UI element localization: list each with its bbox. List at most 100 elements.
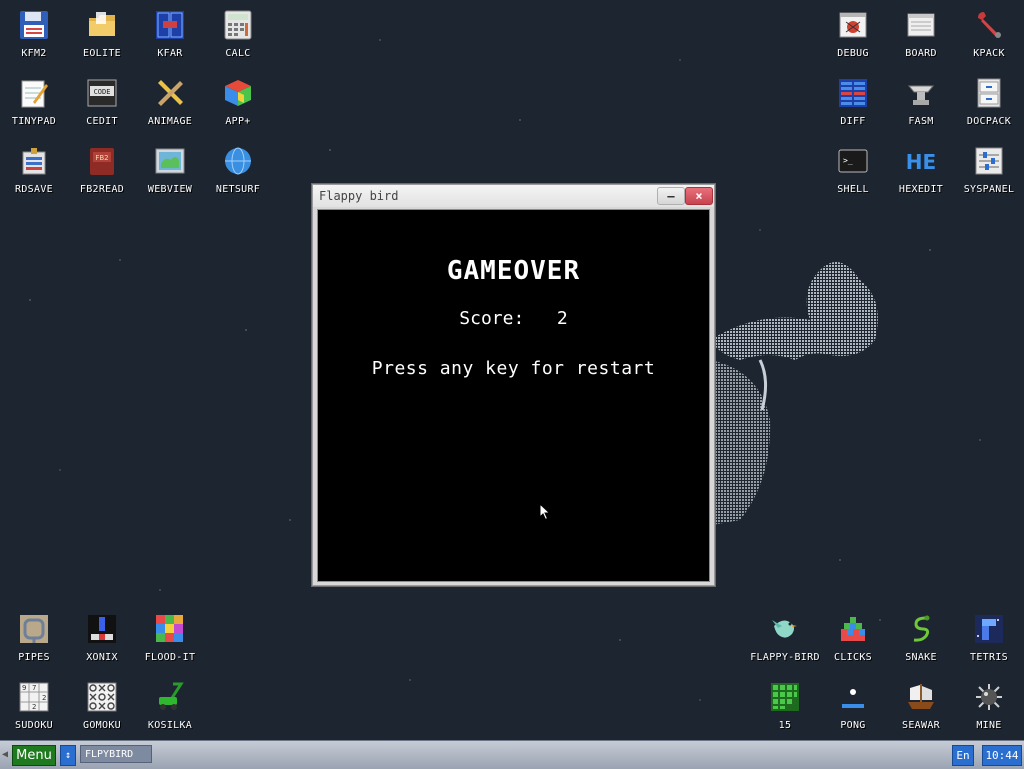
desktop-icon-calc[interactable]: CALC: [204, 0, 272, 64]
desktop-icon-sudoku[interactable]: 9722 SUDOKU: [0, 672, 68, 736]
desktop-icon-label: 15: [778, 720, 792, 731]
taskbar-item-flpybird[interactable]: FLPYBIRD: [80, 745, 152, 763]
desktop-icon-label: XONIX: [86, 652, 118, 663]
desktop-icon-label: BOARD: [905, 48, 937, 59]
lawnmower-icon: [153, 680, 187, 714]
desktop-icon-label: TINYPAD: [11, 116, 57, 127]
desktop-icon-kpack[interactable]: KPACK: [955, 0, 1023, 64]
desktop-icon-label: KFM2: [21, 48, 47, 59]
desktop-icon-clicks[interactable]: CLICKS: [819, 604, 887, 668]
floppy-disk-icon: [17, 8, 51, 42]
desktop-icon-seawar[interactable]: SEAWAR: [887, 672, 955, 736]
close-button[interactable]: ×: [685, 187, 713, 205]
desktop-icon-netsurf[interactable]: NETSURF: [204, 136, 272, 200]
desktop-icon-label: RDSAVE: [15, 184, 53, 195]
desktop-icon-board[interactable]: BOARD: [887, 0, 955, 64]
color-grid-icon: [153, 612, 187, 646]
gameover-heading: GAMEOVER: [446, 256, 581, 286]
window-switch-button[interactable]: ↕: [60, 745, 76, 766]
desktop-icon-label: FLAPPY-BIRD: [750, 652, 820, 663]
code-editor-icon: CODE: [85, 76, 119, 110]
svg-text:2: 2: [42, 694, 46, 702]
score-label: Score:: [459, 308, 525, 329]
desktop-icon-label: HEXEDIT: [898, 184, 944, 195]
desktop-icon-label: KOSILKA: [147, 720, 193, 731]
desktop-icon-label: WEBVIEW: [147, 184, 193, 195]
xonix-icon: [85, 612, 119, 646]
desktop-icon-xonix[interactable]: XONIX: [68, 604, 136, 668]
desktop-icon-flappy-bird[interactable]: FLAPPY-BIRD: [750, 604, 820, 668]
desktop-icon-webview[interactable]: WEBVIEW: [136, 136, 204, 200]
language-indicator[interactable]: En: [952, 745, 974, 766]
desktop-icon-syspanel[interactable]: SYSPANEL: [955, 136, 1023, 200]
sudoku-icon: 9722: [17, 680, 51, 714]
desktop-icon-hexedit[interactable]: HE HEXEDIT: [887, 136, 955, 200]
desktop-icon-docpack[interactable]: DOCPACK: [955, 68, 1023, 132]
tetris-icon: [972, 612, 1006, 646]
desktop-icon-pong[interactable]: PONG: [819, 672, 887, 736]
desktop-icon-eolite[interactable]: EOLITE: [68, 0, 136, 64]
desktop-icon-rdsave[interactable]: RDSAVE: [0, 136, 68, 200]
desktop-icon-label: FLOOD-IT: [144, 652, 196, 663]
desktop-icon-kfm2[interactable]: KFM2: [0, 0, 68, 64]
desktop-icon-shell[interactable]: >_ SHELL: [819, 136, 887, 200]
desktop-icon-gomoku[interactable]: GOMOKU: [68, 672, 136, 736]
desktop-icon-label: APP+: [225, 116, 251, 127]
desktop-icon-label: DEBUG: [837, 48, 869, 59]
window-titlebar[interactable]: Flappy bird – ×: [313, 185, 714, 207]
desktop: KFM2 EOLITE KFAR CALC TINYPAD CODE CEDIT: [0, 0, 1024, 740]
desktop-icon-label: CEDIT: [86, 116, 118, 127]
desktop-icon-label: PIPES: [18, 652, 50, 663]
flappy-bird-window[interactable]: Flappy bird – × GAMEOVER Score: 2 Press …: [312, 184, 715, 586]
desktop-icon-kfar[interactable]: KFAR: [136, 0, 204, 64]
svg-text:CODE: CODE: [94, 88, 111, 96]
menu-button[interactable]: Menu: [12, 745, 56, 766]
desktop-icon-label: SNAKE: [905, 652, 937, 663]
desktop-icon-cedit[interactable]: CODE CEDIT: [68, 68, 136, 132]
clock[interactable]: 10:44: [982, 745, 1022, 766]
desktop-icon-snake[interactable]: SNAKE: [887, 604, 955, 668]
desktop-icon-debug[interactable]: DEBUG: [819, 0, 887, 64]
ramdisk-save-icon: [17, 144, 51, 178]
desktop-icon-fb2read[interactable]: FB2 FB2READ: [68, 136, 136, 200]
desktop-icon-label: ANIMAGE: [147, 116, 193, 127]
rubiks-cube-icon: [221, 76, 255, 110]
desktop-icon-kosilka[interactable]: KOSILKA: [136, 672, 204, 736]
sliders-icon: [972, 144, 1006, 178]
desktop-icon-animage[interactable]: ANIMAGE: [136, 68, 204, 132]
desktop-icon-mine[interactable]: MINE: [955, 672, 1023, 736]
pong-icon: [836, 680, 870, 714]
desktop-icon-flood-it[interactable]: FLOOD-IT: [136, 604, 204, 668]
desktop-icon-diff[interactable]: DIFF: [819, 68, 887, 132]
desktop-icon-15[interactable]: 15: [751, 672, 819, 736]
desktop-icon-label: MINE: [976, 720, 1002, 731]
desktop-icon-label: FASM: [908, 116, 934, 127]
hex-editor-icon: HE: [904, 144, 938, 178]
game-canvas[interactable]: GAMEOVER Score: 2 Press any key for rest…: [317, 209, 710, 582]
diff-icon: [836, 76, 870, 110]
web-map-icon: [153, 144, 187, 178]
bird-icon: [768, 612, 802, 646]
score-line: Score: 2: [318, 308, 709, 329]
desktop-icon-label: SEAWAR: [902, 720, 940, 731]
folder-icon: [85, 8, 119, 42]
restart-prompt: Press any key for restart: [371, 358, 656, 379]
svg-text:2: 2: [32, 703, 36, 711]
svg-text:9: 9: [22, 684, 26, 692]
desktop-icon-label: SUDOKU: [15, 720, 53, 731]
clicks-blocks-icon: [836, 612, 870, 646]
mine-icon: [972, 680, 1006, 714]
desktop-icon-fasm[interactable]: FASM: [887, 68, 955, 132]
desktop-icon-pipes[interactable]: PIPES: [0, 604, 68, 668]
taskbar-scroll-left-icon[interactable]: ◀: [2, 749, 8, 760]
minimize-button[interactable]: –: [657, 187, 685, 205]
desktop-icon-app-plus[interactable]: APP+: [204, 68, 272, 132]
desktop-icon-tinypad[interactable]: TINYPAD: [0, 68, 68, 132]
ship-icon: [904, 680, 938, 714]
desktop-icon-label: SHELL: [837, 184, 869, 195]
taskbar: ◀ Menu ↕ FLPYBIRD En 10:44: [0, 740, 1024, 769]
mouse-pointer-icon: [539, 503, 551, 521]
desktop-icon-tetris[interactable]: TETRIS: [955, 604, 1023, 668]
desktop-icon-label: NETSURF: [215, 184, 261, 195]
pencil-ruler-icon: [153, 76, 187, 110]
